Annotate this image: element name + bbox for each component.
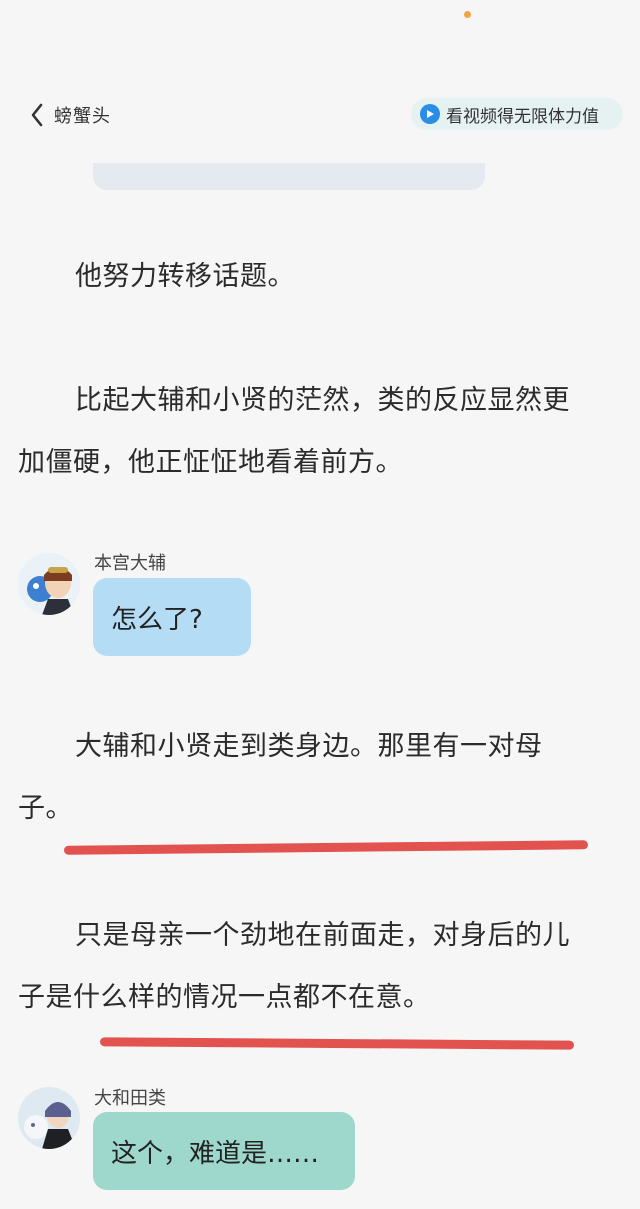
watch-video-label: 看视频得无限体力值: [446, 106, 599, 127]
chat-bubble: 这个，难道是……: [93, 1112, 355, 1190]
story-paragraph: 比起大辅和小贤的茫然，类的反应显然更 加僵硬，他正怔怔地看着前方。: [18, 385, 570, 478]
chat-bubble: 怎么了?: [93, 578, 251, 656]
status-indicator-dot: [464, 11, 471, 18]
avatar-rui[interactable]: [18, 1087, 80, 1149]
story-paragraph: 只是母亲一个劲地在前面走，对身后的儿 子是什么样的情况一点都不在意。: [18, 920, 570, 1013]
story-paragraph: 大辅和小贤走到类身边。那里有一对母 子。: [18, 731, 543, 824]
red-underline: [63, 840, 589, 855]
story-title: 螃蟹头: [54, 106, 111, 127]
top-bar: 螃蟹头 看视频得无限体力值: [0, 94, 640, 136]
previous-message-bubble: [93, 163, 485, 190]
chevron-left-icon: [30, 103, 44, 127]
story-paragraph: 他努力转移话题。: [75, 261, 295, 292]
avatar-daisuke[interactable]: [18, 553, 80, 615]
speaker-name: 本宫大辅: [94, 553, 166, 574]
play-icon: [420, 104, 440, 124]
watch-video-button[interactable]: 看视频得无限体力值: [411, 98, 623, 130]
speaker-name: 大和田类: [94, 1088, 166, 1109]
back-button[interactable]: 螃蟹头: [30, 100, 111, 130]
red-underline: [99, 1037, 575, 1050]
